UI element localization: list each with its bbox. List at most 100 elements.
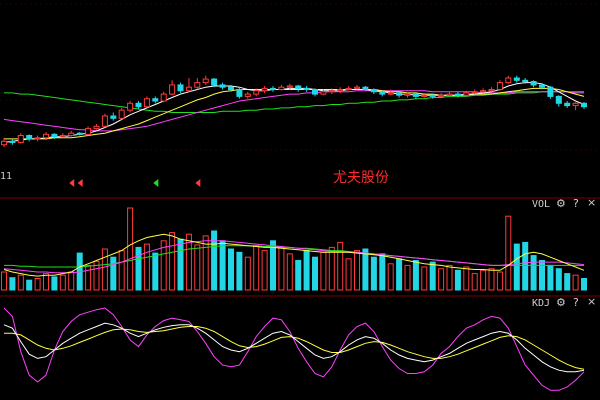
candle-4 <box>34 137 41 140</box>
vol-panel-label: VOL <box>532 199 551 210</box>
volume-bar-27 <box>228 248 234 291</box>
vol-help-button[interactable]: ? <box>573 197 579 210</box>
candle-6 <box>51 133 58 138</box>
volume-bar-2 <box>17 274 24 291</box>
candle-25 <box>211 78 218 86</box>
candle-61 <box>513 77 520 81</box>
volume-bar-57 <box>480 269 487 291</box>
volume-bar-5 <box>43 273 49 291</box>
candle-56 <box>471 91 478 94</box>
candle-35 <box>295 85 302 89</box>
candle-54 <box>454 93 461 96</box>
volume-bar-26 <box>219 240 226 291</box>
volume-bar-31 <box>261 250 268 291</box>
candle-31 <box>261 87 268 92</box>
volume-bar-38 <box>320 251 327 291</box>
volume-bar-67 <box>564 273 571 291</box>
volume-bar-4 <box>34 278 41 291</box>
candle-63 <box>530 81 537 86</box>
volume-bar-10 <box>85 264 92 291</box>
candle-16 <box>135 102 142 108</box>
kdj-panel[interactable] <box>3 307 585 391</box>
candle-13 <box>110 115 117 119</box>
candle-60 <box>505 77 512 84</box>
candle-48 <box>404 93 411 96</box>
candle-45 <box>379 91 386 95</box>
candle-23 <box>194 82 201 88</box>
volume-bar-12 <box>101 248 108 291</box>
volume-bar-45 <box>379 253 386 291</box>
candle-15 <box>127 102 134 111</box>
candle-12 <box>101 115 108 127</box>
volume-bar-34 <box>286 253 293 291</box>
volume-bar-13 <box>110 256 117 291</box>
price-panel[interactable] <box>1 75 587 187</box>
start-tick-label: 11 <box>0 171 13 182</box>
volume-bar-61 <box>513 243 520 291</box>
volume-bar-30 <box>253 245 260 291</box>
candle-53 <box>446 93 453 96</box>
candle-26 <box>219 84 226 88</box>
candle-55 <box>463 92 470 96</box>
candle-41 <box>345 87 352 91</box>
volume-bar-32 <box>270 240 276 291</box>
volume-bar-50 <box>421 266 428 291</box>
candle-50 <box>421 94 428 97</box>
volume-bar-42 <box>354 250 360 291</box>
volume-bar-17 <box>143 243 150 291</box>
volume-bar-52 <box>438 268 445 291</box>
kdj-gear-icon[interactable]: ⚙ <box>556 296 566 309</box>
kdj-close-button[interactable]: × <box>587 295 596 308</box>
volume-bar-23 <box>194 244 201 291</box>
volume-bar-40 <box>337 241 344 291</box>
candle-11 <box>93 125 100 130</box>
vol-ma3-line <box>4 245 584 268</box>
candle-19 <box>160 93 167 102</box>
candle-34 <box>286 85 293 88</box>
candle-7 <box>59 135 66 138</box>
ma60-line <box>4 91 584 113</box>
candle-8 <box>68 132 75 136</box>
candle-24 <box>202 78 209 84</box>
candle-66 <box>555 95 562 104</box>
volume-bar-59 <box>496 271 503 291</box>
volume-bar-68 <box>572 274 579 291</box>
volume-bar-6 <box>51 276 58 291</box>
vol-close-button[interactable]: × <box>587 196 596 209</box>
kdj-help-button[interactable]: ? <box>573 296 579 309</box>
candle-14 <box>118 109 125 119</box>
volume-bar-41 <box>345 258 352 291</box>
candle-38 <box>320 91 327 95</box>
candle-21 <box>177 84 184 92</box>
volume-bar-16 <box>135 246 142 291</box>
vol-gear-icon[interactable]: ⚙ <box>556 197 566 210</box>
candle-47 <box>396 92 403 96</box>
candle-36 <box>303 87 310 91</box>
candle-37 <box>312 89 318 95</box>
volume-bar-63 <box>530 255 537 291</box>
volume-bar-25 <box>211 230 218 291</box>
candle-69 <box>581 102 587 108</box>
volume-bar-7 <box>59 274 66 291</box>
candle-43 <box>362 86 369 90</box>
candle-68 <box>572 102 579 107</box>
kdj-k-line <box>3 322 585 373</box>
volume-bar-8 <box>68 271 75 291</box>
volume-bar-48 <box>404 264 411 291</box>
candle-3 <box>26 135 33 140</box>
volume-bar-46 <box>387 263 394 291</box>
volume-bar-62 <box>522 241 529 291</box>
candle-30 <box>253 90 260 95</box>
volume-bar-56 <box>471 273 478 291</box>
volume-bar-39 <box>328 246 335 291</box>
candle-1 <box>9 140 16 144</box>
candle-40 <box>337 89 344 92</box>
volume-panel[interactable] <box>1 207 587 291</box>
volume-bar-21 <box>177 238 184 291</box>
volume-bar-29 <box>244 256 251 291</box>
kdj-panel-label: KDJ <box>532 298 551 309</box>
candle-22 <box>185 86 192 92</box>
volume-bar-69 <box>581 278 587 291</box>
candle-20 <box>169 84 176 95</box>
volume-bar-55 <box>463 266 470 291</box>
